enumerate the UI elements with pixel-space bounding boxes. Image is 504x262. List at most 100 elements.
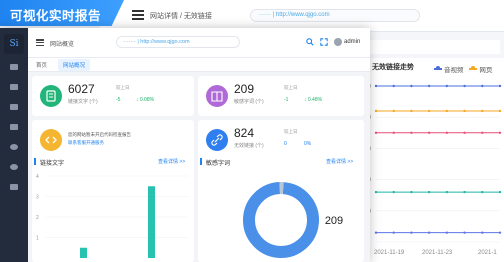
x-tick-label: 2021-11-23 xyxy=(422,250,453,256)
y-tick-label: 4 xyxy=(36,174,39,180)
menu-icon[interactable] xyxy=(132,10,144,20)
stat-value: 209 xyxy=(234,82,255,96)
chart-title: 无效链接走势 xyxy=(372,64,414,71)
data-point xyxy=(427,84,431,88)
trend-chart-panel: 无效链接走势 音视频 网页 50040030020010002021-11-19… xyxy=(360,58,504,262)
data-point xyxy=(410,190,413,194)
data-point xyxy=(427,109,431,113)
panel-title: 链接文字 xyxy=(40,161,65,167)
breadcrumb: 网站详情 / 无效链接 xyxy=(150,13,212,20)
tab-site-overview[interactable]: 网站概况 xyxy=(58,59,91,71)
trend-chart: 50040030020010002021-11-192021-11-232021… xyxy=(361,84,502,256)
data-point xyxy=(392,231,395,234)
data-point xyxy=(410,109,413,113)
site-url-field[interactable]: ······· | http://www.qjgo.com xyxy=(116,36,240,48)
legend-item[interactable]: 音视频 xyxy=(434,64,464,74)
stat-label: 链接文字 (个) xyxy=(68,99,98,105)
data-point xyxy=(410,131,413,134)
data-point xyxy=(481,131,484,134)
data-point xyxy=(463,84,466,88)
sidebar-settings-icon[interactable] xyxy=(10,164,18,170)
dashboard-window: Si 网站概览 ······· | http://www.qjgo.com ad… xyxy=(0,28,370,262)
bar xyxy=(148,186,155,258)
search-icon[interactable] xyxy=(306,38,314,46)
user-name[interactable]: admin xyxy=(344,39,360,45)
stat-card-links[interactable]: 6027 链接文字 (个) 较上日 -5 ↓ 0.08% xyxy=(32,76,194,116)
data-point xyxy=(481,84,484,88)
sensitive-donut-chart xyxy=(243,182,319,258)
compare-delta: 0 xyxy=(284,141,287,147)
chart-legend: 音视频 网页 xyxy=(434,64,496,74)
view-details-link[interactable]: 查看详情 >> xyxy=(158,158,185,165)
data-point xyxy=(410,231,413,234)
compare-percent: 0% xyxy=(304,141,312,147)
stat-card-sensitive[interactable]: 209 敏感字词 (个) 较上日 -1 ↓ 0.48% xyxy=(198,76,364,116)
avatar[interactable] xyxy=(334,38,342,46)
notice-text: 您的网站暂未开启代码检查报告 xyxy=(68,132,131,137)
fullscreen-icon[interactable] xyxy=(320,38,328,46)
x-tick-label: 2021-11-19 xyxy=(374,250,405,256)
tab-bar: 首页 网站概况 xyxy=(28,58,370,72)
data-point xyxy=(445,84,449,88)
sidebar-doc-icon[interactable] xyxy=(10,124,18,130)
bar xyxy=(80,247,87,258)
compare-label: 较上日 xyxy=(116,85,130,90)
data-point xyxy=(392,190,395,194)
compare-label: 较上日 xyxy=(284,129,298,134)
y-tick-label: 3 xyxy=(36,195,39,201)
data-point xyxy=(427,190,431,194)
stat-label: 无效链接 (个) xyxy=(234,143,264,149)
data-point xyxy=(445,231,449,234)
tab-home[interactable]: 首页 xyxy=(36,61,47,69)
sidebar-user-icon[interactable] xyxy=(10,144,18,150)
topbar: 网站概览 ······· | http://www.qjgo.com admin xyxy=(28,28,370,58)
y-tick-label: 1 xyxy=(36,236,39,242)
data-point xyxy=(481,231,484,234)
code-icon xyxy=(40,129,62,151)
legend-item[interactable]: 网页 xyxy=(469,64,492,74)
report-title-badge: 可视化实时报告 xyxy=(0,0,124,26)
data-point xyxy=(392,109,395,113)
book-icon xyxy=(206,85,228,107)
data-point xyxy=(392,84,395,88)
data-point xyxy=(481,109,484,113)
data-point xyxy=(374,231,378,234)
data-point xyxy=(427,131,431,134)
sidebar-list-icon[interactable] xyxy=(10,104,18,110)
x-tick-label: 2021-1 xyxy=(478,250,497,256)
sidebar: Si xyxy=(0,28,28,262)
legend-marker-icon xyxy=(434,66,442,70)
compare-percent: ↓ 0.48% xyxy=(304,97,323,103)
compare-label: 较上日 xyxy=(284,85,298,90)
y-tick-label: 2 xyxy=(36,215,39,221)
link-icon xyxy=(206,129,228,151)
sidebar-message-icon[interactable] xyxy=(10,184,18,190)
links-panel: 链接文字 查看详情 >> 4 3 2 1 xyxy=(32,154,194,262)
compare-delta: -5 xyxy=(116,97,121,103)
data-point xyxy=(463,190,466,194)
sidebar-report-icon[interactable] xyxy=(10,84,18,90)
donut-total: 209 xyxy=(324,215,344,227)
sidebar-home-icon[interactable] xyxy=(10,64,18,70)
data-point xyxy=(427,231,431,234)
data-point xyxy=(463,109,466,113)
sensitive-panel: 敏感字词 查看详情 >> 209 xyxy=(198,154,364,262)
compare-delta: -1 xyxy=(284,97,289,103)
links-bar-chart: 4 3 2 1 xyxy=(36,174,188,258)
data-point xyxy=(463,231,466,234)
data-point xyxy=(374,190,378,194)
data-point xyxy=(445,190,449,194)
data-point xyxy=(392,131,395,134)
site-url-field[interactable]: ······ | http://www.qjgo.com xyxy=(250,9,420,22)
data-point xyxy=(498,231,502,234)
data-point xyxy=(445,131,449,134)
data-point xyxy=(374,131,378,134)
app-logo: Si xyxy=(4,34,24,54)
data-point xyxy=(410,84,413,88)
data-point xyxy=(481,190,484,194)
data-point xyxy=(374,84,378,88)
data-point xyxy=(498,109,502,113)
contact-service-link[interactable]: 联系客服开通服务 xyxy=(68,140,104,146)
stat-value: 6027 xyxy=(68,82,95,96)
menu-toggle-icon[interactable] xyxy=(36,39,44,47)
